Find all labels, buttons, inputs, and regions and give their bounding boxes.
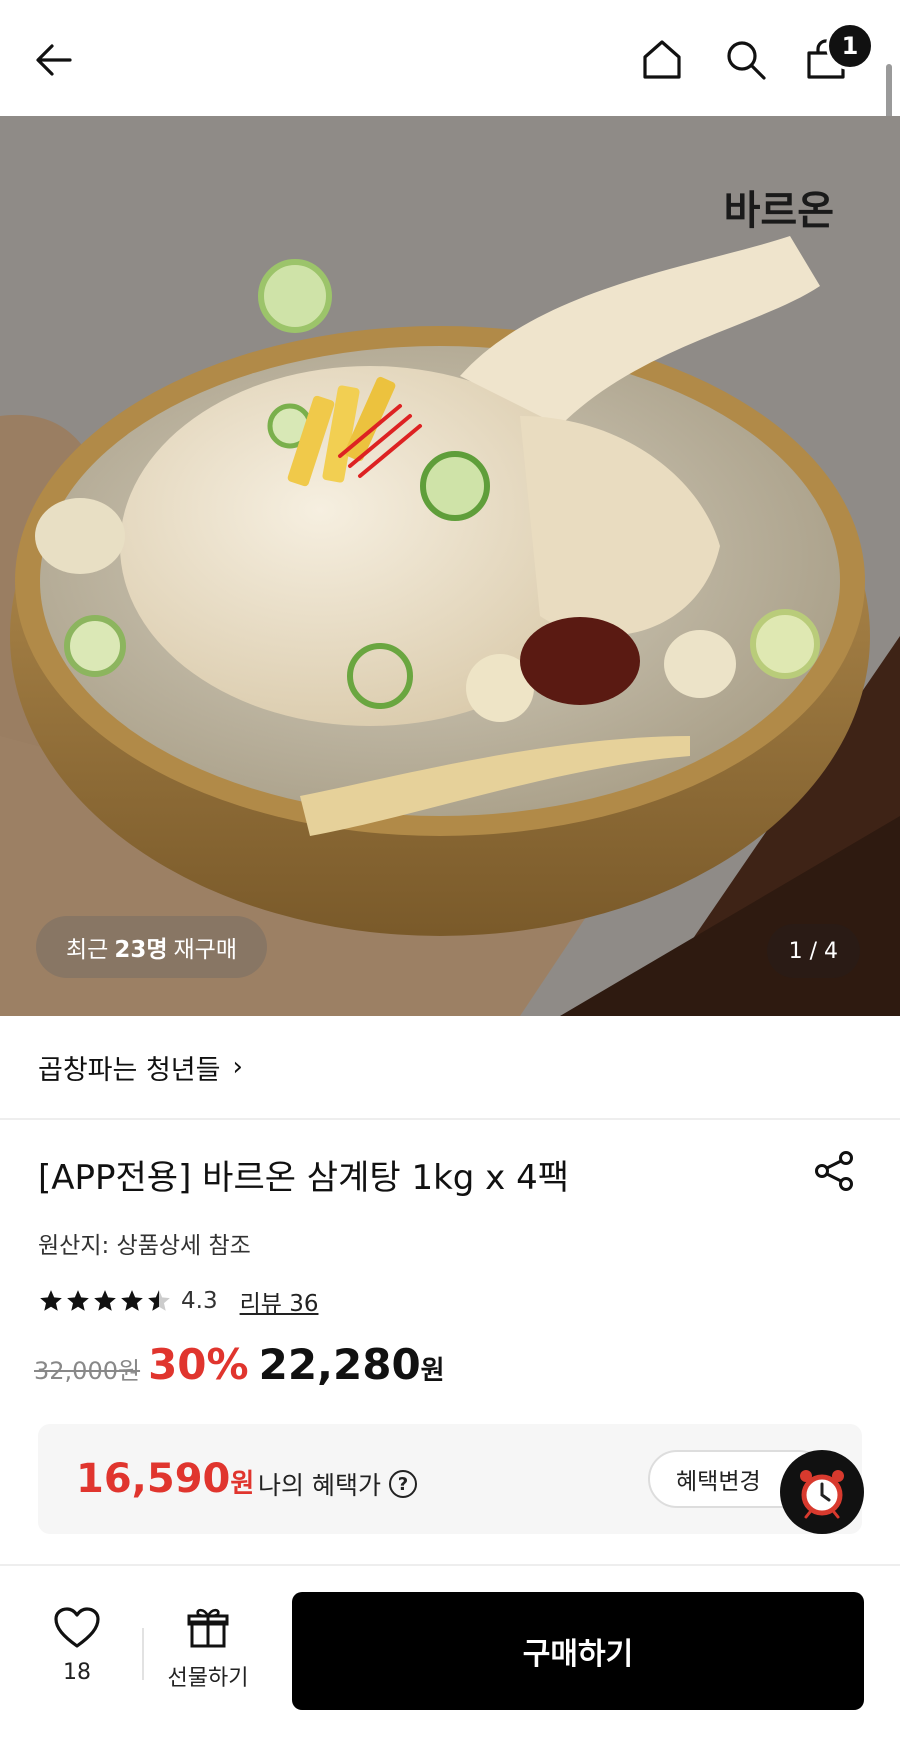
- star-icon: [40, 1290, 62, 1311]
- rating-row: 4.3 리뷰 36: [38, 1284, 318, 1318]
- sale-price: 22,280: [258, 1340, 421, 1389]
- store-link[interactable]: 곱창파는 청년들 ›: [0, 1016, 900, 1120]
- star-icon: [121, 1290, 143, 1311]
- home-icon[interactable]: [632, 30, 692, 90]
- star-rating: [38, 1288, 173, 1314]
- sale-price-unit: 원: [420, 1356, 445, 1386]
- benefit-price-value: 16,590: [76, 1456, 231, 1502]
- repurchase-prefix: 최근: [66, 937, 109, 963]
- buy-button[interactable]: 구매하기: [292, 1592, 864, 1710]
- benefit-label-text: 나의 혜택가: [258, 1471, 381, 1500]
- star-icon: [67, 1290, 89, 1311]
- repurchase-badge: 최근 23명 재구매: [36, 916, 267, 978]
- bottom-action-bar: 18 선물하기 구매하기: [0, 1564, 900, 1738]
- share-icon[interactable]: [812, 1148, 858, 1194]
- store-name: 곱창파는 청년들: [38, 1054, 221, 1086]
- cart-count-badge: 1: [826, 22, 874, 70]
- product-title: [APP전용] 바르온 삼계탕 1kg x 4팩: [38, 1158, 570, 1198]
- star-half-icon: [148, 1290, 170, 1311]
- wishlist-button[interactable]: 18: [44, 1606, 110, 1685]
- heart-icon: [54, 1607, 100, 1648]
- alarm-clock-icon: [800, 1470, 844, 1519]
- discount-rate: 30%: [148, 1340, 249, 1389]
- top-bar: 1: [0, 0, 900, 116]
- search-icon[interactable]: [716, 30, 776, 90]
- back-icon[interactable]: [24, 30, 84, 90]
- rating-value: 4.3: [181, 1288, 218, 1314]
- original-price: 32,000원: [34, 1357, 141, 1385]
- brand-logo: 바르온: [723, 188, 834, 234]
- product-image-carousel[interactable]: 바르온 최근 23명 재구매 1 / 4: [0, 116, 900, 1016]
- repurchase-suffix: 재구매: [173, 937, 237, 963]
- alarm-clock-button[interactable]: [780, 1450, 864, 1534]
- gift-button[interactable]: 선물하기: [160, 1606, 256, 1692]
- product-photo: [0, 116, 900, 1016]
- benefit-label: 나의 혜택가 ?: [258, 1466, 417, 1502]
- image-pager: 1 / 4: [766, 924, 860, 978]
- wishlist-count: 18: [63, 1660, 91, 1685]
- gift-icon: [187, 1608, 229, 1648]
- chevron-right-icon: ›: [232, 1052, 243, 1082]
- benefit-price: 16,590원: [76, 1456, 254, 1502]
- origin-info: 원산지: 상품상세 참조: [38, 1233, 251, 1259]
- gift-label: 선물하기: [167, 1666, 249, 1691]
- price-row: 32,000원 30% 22,280 원: [34, 1340, 445, 1396]
- repurchase-count: 23명: [114, 937, 168, 963]
- review-link[interactable]: 리뷰 36: [240, 1284, 319, 1318]
- divider: [142, 1628, 144, 1680]
- benefit-box: 16,590원 나의 혜택가 ? 혜택변경: [38, 1424, 862, 1534]
- benefit-price-unit: 원: [230, 1469, 255, 1499]
- help-icon[interactable]: ?: [388, 1470, 417, 1498]
- star-icon: [94, 1290, 116, 1311]
